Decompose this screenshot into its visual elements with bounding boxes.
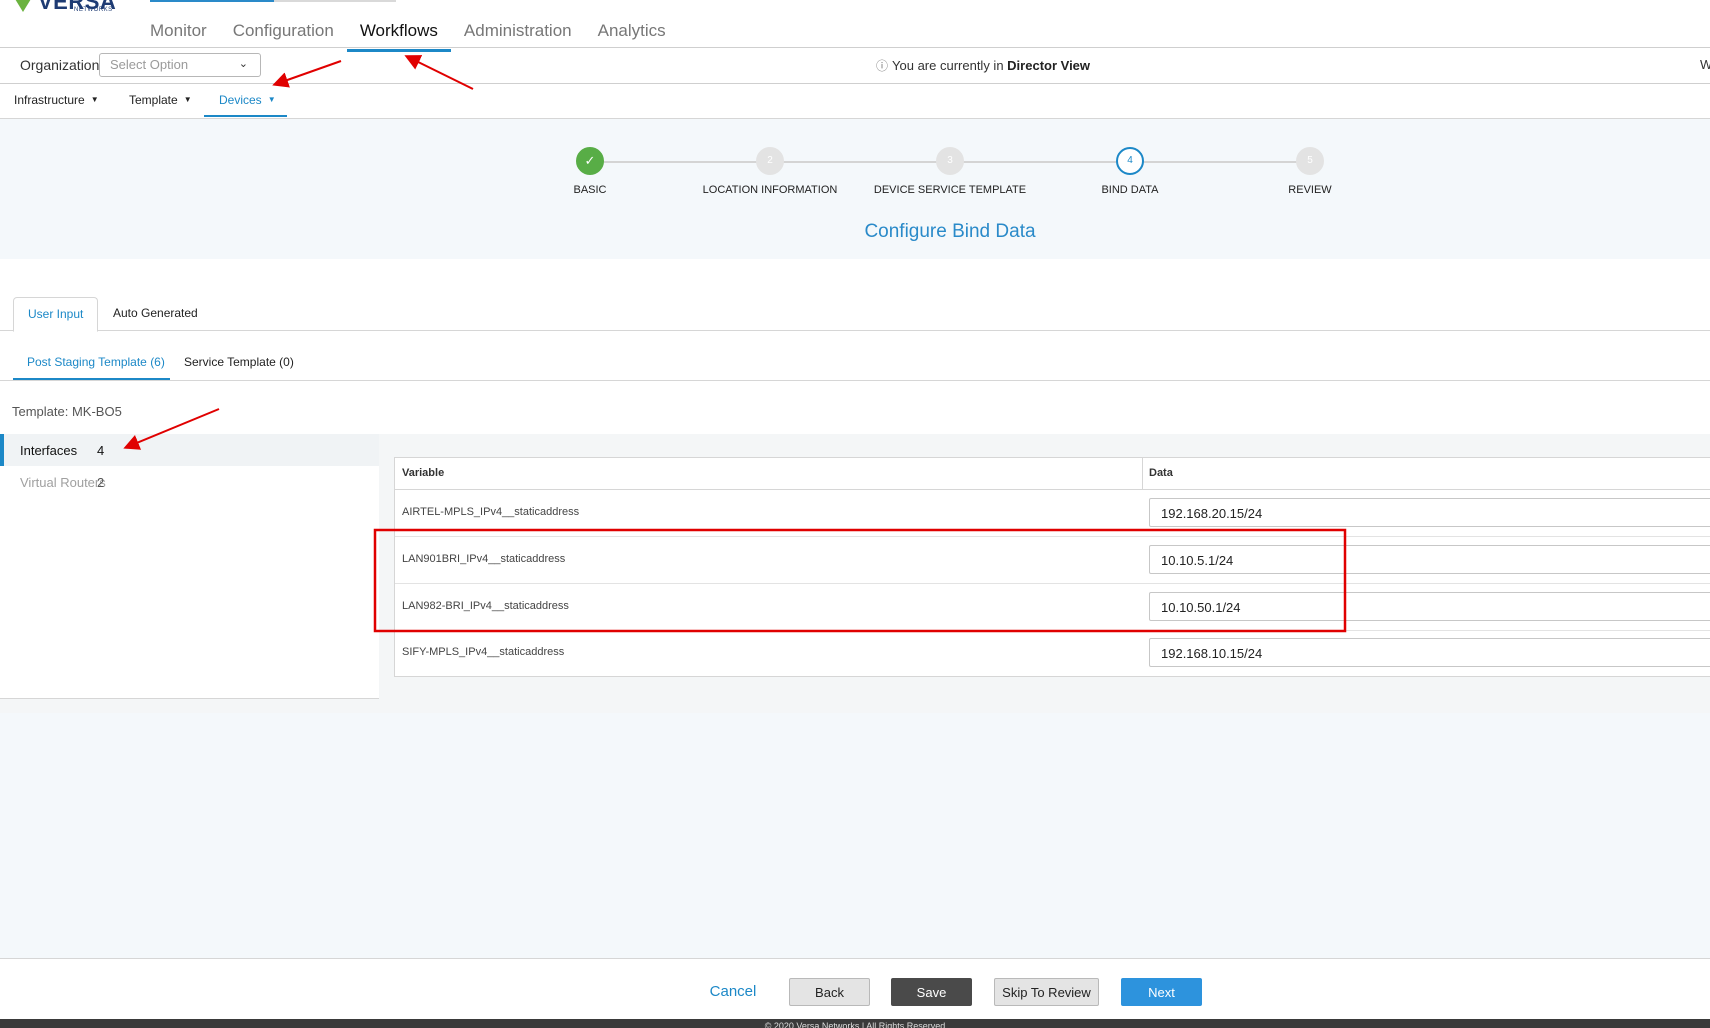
step-label: REVIEW <box>1288 184 1332 196</box>
variable-name: SIFY-MPLS_IPv4__staticaddress <box>402 646 565 658</box>
organization-select[interactable]: Select Option ⌄ <box>99 53 261 77</box>
next-button[interactable]: Next <box>1121 978 1202 1006</box>
variable-name: AIRTEL-MPLS_IPv4__staticaddress <box>402 506 580 518</box>
versa-logo[interactable]: VERSA NETWORKS <box>6 0 116 22</box>
step-device-service-template[interactable]: 3 DEVICE SERVICE TEMPLATE <box>850 147 1050 196</box>
cancel-button[interactable]: Cancel <box>700 978 766 1006</box>
chevron-down-icon: ⌄ <box>238 58 248 70</box>
list-item-interfaces[interactable]: Interfaces 4 <box>0 434 379 466</box>
column-divider <box>1142 458 1143 489</box>
tab-active-underline <box>13 378 170 380</box>
check-icon: ✓ <box>576 147 604 175</box>
variable-category-list: Interfaces 4 Virtual Routers 2 <box>0 434 379 699</box>
header-tab-indicator <box>150 0 274 2</box>
data-input[interactable]: 192.168.10.15/24 <box>1149 638 1710 667</box>
list-item-virtual-routers[interactable]: Virtual Routers 2 <box>0 466 379 498</box>
nav-analytics[interactable]: Analytics <box>585 18 679 52</box>
caret-down-icon: ▼ <box>267 95 276 104</box>
step-label: DEVICE SERVICE TEMPLATE <box>873 184 1027 196</box>
table-row: SIFY-MPLS_IPv4__staticaddress 192.168.10… <box>395 630 1710 676</box>
wizard-footer: Cancel Back Save Skip To Review Next <box>0 959 1710 1019</box>
step-location-information[interactable]: 2 LOCATION INFORMATION <box>670 147 870 196</box>
caret-down-icon: ▼ <box>90 95 99 104</box>
organization-label: Organization <box>20 57 100 73</box>
nav-administration[interactable]: Administration <box>451 18 585 52</box>
header-tab-indicator-inactive <box>274 0 396 2</box>
list-item-count: 4 <box>97 443 105 458</box>
subnav-infrastructure[interactable]: Infrastructure ▼ <box>14 93 99 107</box>
step-review[interactable]: 5 REVIEW <box>1210 147 1410 196</box>
list-item-count: 2 <box>97 475 105 490</box>
column-header-variable: Variable <box>402 467 445 479</box>
organization-bar: Organization Select Option ⌄ ⓘ You are cu… <box>0 48 1710 84</box>
table-row: LAN901BRI_IPv4__staticaddress 10.10.5.1/… <box>395 537 1710 584</box>
list-item-name: Interfaces <box>20 443 78 458</box>
step-bind-data[interactable]: 4 BIND DATA <box>1030 147 1230 196</box>
table-row: AIRTEL-MPLS_IPv4__staticaddress 192.168.… <box>395 490 1710 537</box>
tab-user-input[interactable]: User Input <box>13 297 99 332</box>
step-number: 4 <box>1116 147 1144 175</box>
template-name: Template: MK-BO5 <box>12 404 122 419</box>
data-input[interactable]: 10.10.50.1/24 <box>1149 592 1710 621</box>
subnav-active-underline <box>204 115 287 117</box>
template-tabs: Post Staging Template (6) Service Templa… <box>0 345 1710 381</box>
copyright-bar: © 2020 Versa Networks | All Rights Reser… <box>0 1019 1710 1028</box>
nav-configuration[interactable]: Configuration <box>220 18 347 52</box>
workflow-stepper: ✓ BASIC 2 LOCATION INFORMATION 3 DEVICE … <box>0 119 1710 259</box>
column-header-data: Data <box>1149 467 1173 479</box>
main-nav: Monitor Configuration Workflows Administ… <box>137 18 679 52</box>
data-input[interactable]: 192.168.20.15/24 <box>1149 498 1710 527</box>
director-view-notice: ⓘ You are currently in Director View <box>876 57 1090 74</box>
nav-monitor[interactable]: Monitor <box>137 18 220 52</box>
step-number: 2 <box>756 147 784 175</box>
step-basic[interactable]: ✓ BASIC <box>490 147 690 196</box>
subnav-devices-label: Devices <box>219 93 262 107</box>
nav-workflows[interactable]: Workflows <box>346 18 451 52</box>
top-header: VERSA NETWORKS Monitor Configuration Wor… <box>0 0 1710 52</box>
step-number: 5 <box>1296 147 1324 175</box>
organization-select-placeholder: Select Option <box>110 57 189 72</box>
step-number: 3 <box>936 147 964 175</box>
variable-name: LAN982-BRI_IPv4__staticaddress <box>402 600 569 612</box>
list-item-name: Virtual Routers <box>20 475 106 490</box>
subnav-template[interactable]: Template ▼ <box>129 93 192 107</box>
save-button[interactable]: Save <box>891 978 972 1006</box>
info-icon: ⓘ <box>876 59 889 73</box>
step-label: LOCATION INFORMATION <box>702 184 838 196</box>
workflows-sub-nav: Infrastructure ▼ Template ▼ Devices ▼ <box>0 84 1710 119</box>
step-label: BIND DATA <box>1101 184 1159 196</box>
tab-post-staging-template[interactable]: Post Staging Template (6) <box>27 355 165 369</box>
back-button[interactable]: Back <box>789 978 870 1006</box>
versa-v-logo-icon <box>12 0 34 12</box>
tab-auto-generated[interactable]: Auto Generated <box>99 297 212 329</box>
table-row: LAN982-BRI_IPv4__staticaddress 10.10.50.… <box>395 584 1710 631</box>
page-title: Configure Bind Data <box>864 221 1036 242</box>
logo-subtext: NETWORKS <box>74 7 113 13</box>
caret-down-icon: ▼ <box>183 95 192 104</box>
input-mode-tabs: User Input Auto Generated <box>0 297 1710 332</box>
subnav-template-label: Template <box>129 93 178 107</box>
director-view-name: Director View <box>1007 58 1091 73</box>
user-menu-initial[interactable]: W <box>1700 57 1710 72</box>
data-input[interactable]: 10.10.5.1/24 <box>1149 545 1710 574</box>
bind-data-table: Variable Data AIRTEL-MPLS_IPv4__staticad… <box>394 457 1710 677</box>
content-bottom-band <box>0 699 1710 713</box>
table-header: Variable Data <box>395 458 1710 490</box>
subnav-infrastructure-label: Infrastructure <box>14 93 85 107</box>
tab-service-template[interactable]: Service Template (0) <box>184 355 294 369</box>
skip-to-review-button[interactable]: Skip To Review <box>994 978 1099 1006</box>
director-view-prefix: You are currently in <box>892 58 1004 73</box>
subnav-devices[interactable]: Devices ▼ <box>219 93 276 107</box>
empty-content-area <box>0 713 1710 959</box>
variable-name: LAN901BRI_IPv4__staticaddress <box>402 553 566 565</box>
step-label: BASIC <box>573 184 607 196</box>
